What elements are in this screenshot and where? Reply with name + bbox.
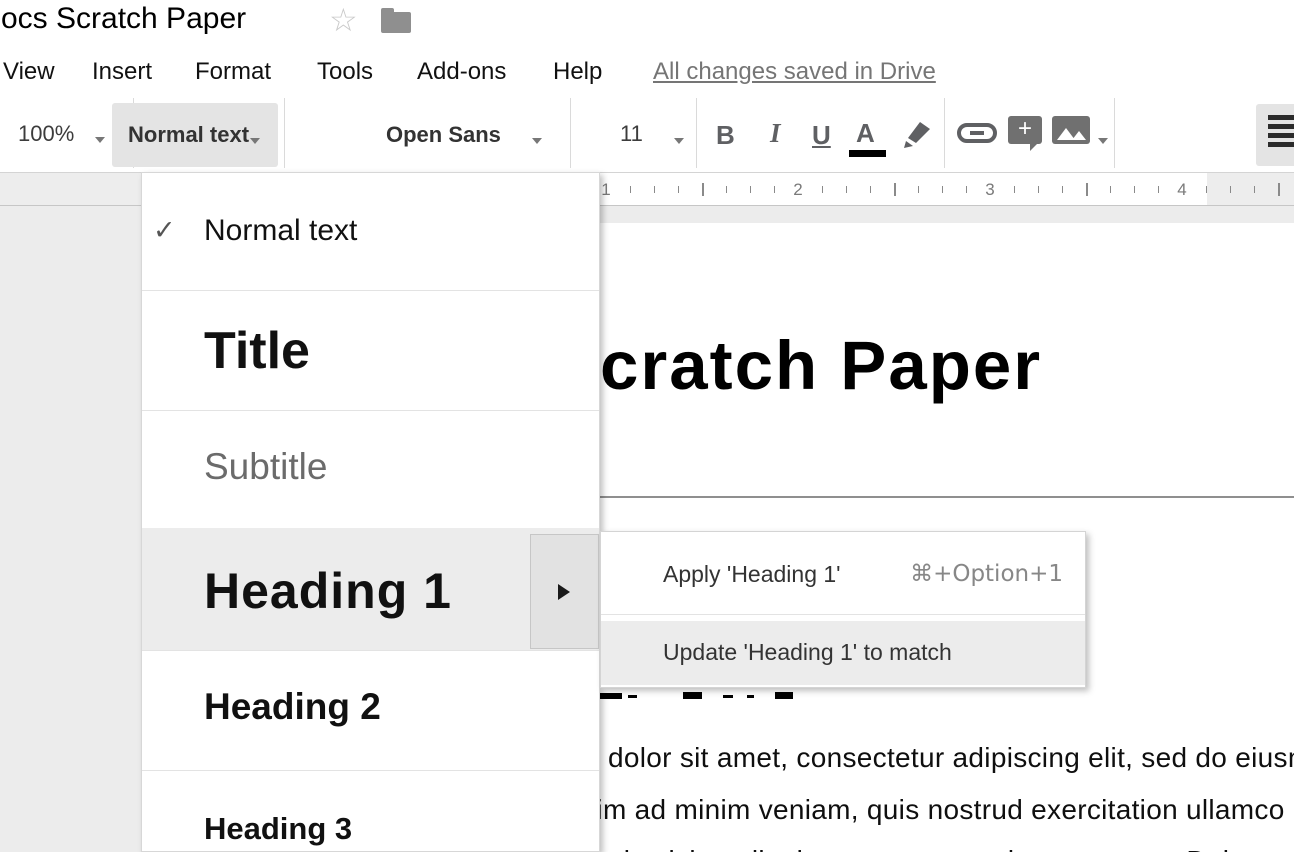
styles-caret-icon bbox=[250, 138, 260, 144]
image-caret-icon bbox=[1098, 138, 1108, 144]
ruler-inch-label: 2 bbox=[789, 180, 807, 200]
toolbar-separator bbox=[696, 98, 697, 168]
update-heading1-label: Update 'Heading 1' to match bbox=[663, 639, 952, 666]
styles-menu-label: Heading 3 bbox=[204, 811, 352, 847]
star-icon[interactable]: ☆ bbox=[329, 4, 358, 36]
folder-icon[interactable] bbox=[381, 12, 411, 33]
font-size-caret-icon bbox=[674, 138, 684, 144]
styles-menu-item-heading3[interactable]: Heading 3 bbox=[142, 771, 599, 852]
document-title[interactable]: ocs Scratch Paper bbox=[1, 2, 246, 36]
styles-menu-label: Heading 1 bbox=[204, 562, 452, 620]
align-lines-icon bbox=[1268, 124, 1294, 129]
ruler-half-tick bbox=[1278, 183, 1280, 196]
ruler-inch-label: 4 bbox=[1173, 180, 1191, 200]
align-lines-icon bbox=[1268, 133, 1294, 138]
italic-button[interactable]: I bbox=[770, 118, 781, 149]
apply-heading1-label: Apply 'Heading 1' bbox=[663, 561, 841, 588]
heading1-submenu: Apply 'Heading 1' ⌘+Option+1 Update 'Hea… bbox=[600, 531, 1086, 688]
toolbar-separator bbox=[284, 98, 285, 168]
zoom-select[interactable]: 100% bbox=[18, 121, 74, 147]
align-lines-icon bbox=[1268, 115, 1294, 120]
ruler-half-tick bbox=[1086, 183, 1088, 196]
mountain-icon bbox=[1072, 131, 1086, 140]
menu-format[interactable]: Format bbox=[195, 58, 271, 86]
menu-insert[interactable]: Insert bbox=[92, 58, 152, 86]
styles-menu-item-heading2[interactable]: Heading 2 bbox=[142, 651, 599, 770]
menu-view[interactable]: View bbox=[3, 58, 55, 86]
styles-menu-item-title[interactable]: Title bbox=[142, 291, 599, 410]
apply-heading1-item[interactable]: Apply 'Heading 1' ⌘+Option+1 bbox=[601, 532, 1085, 613]
body-text-line[interactable]: dolor sit amet, consectetur adipiscing e… bbox=[608, 742, 1294, 774]
highlight-pen-icon[interactable] bbox=[898, 114, 936, 154]
toolbar-separator bbox=[570, 98, 571, 168]
apply-heading1-shortcut: ⌘+Option+1 bbox=[910, 561, 1063, 587]
body-text-line[interactable]: laboris nisi ut aliquip ex ea commodo co… bbox=[560, 845, 1294, 852]
styles-menu-label: Subtitle bbox=[204, 446, 327, 488]
paragraph-styles-menu: ✓ Normal text Title Subtitle Heading 1 H… bbox=[141, 172, 600, 852]
insert-link-icon[interactable] bbox=[956, 121, 998, 145]
menu-addons[interactable]: Add-ons bbox=[417, 58, 506, 86]
insert-image-icon[interactable] bbox=[1052, 116, 1090, 144]
ruler-inch-label: 3 bbox=[981, 180, 999, 200]
toolbar-separator bbox=[1114, 98, 1115, 168]
menu-help[interactable]: Help bbox=[553, 58, 602, 86]
paragraph-styles-label: Normal text bbox=[128, 122, 249, 148]
body-text-line[interactable]: Ut enim ad minim veniam, quis nostrud ex… bbox=[528, 794, 1294, 826]
align-button[interactable] bbox=[1256, 104, 1294, 166]
font-family-select[interactable]: Open Sans bbox=[386, 122, 501, 148]
menu-tools[interactable]: Tools bbox=[317, 58, 373, 86]
heading1-submenu-arrow-button[interactable] bbox=[530, 534, 599, 649]
styles-menu-label: Normal text bbox=[204, 214, 357, 248]
styles-menu-item-normal-text[interactable]: ✓ Normal text bbox=[142, 173, 599, 290]
check-icon: ✓ bbox=[153, 215, 176, 246]
text-color-button[interactable]: A bbox=[856, 118, 875, 149]
styles-menu-label: Heading 2 bbox=[204, 686, 381, 728]
styles-menu-item-subtitle[interactable]: Subtitle bbox=[142, 411, 599, 528]
toolbar-separator bbox=[944, 98, 945, 168]
ruler-half-tick bbox=[894, 183, 896, 196]
horizontal-rule bbox=[560, 496, 1294, 498]
menu-separator bbox=[601, 614, 1085, 615]
document-heading-title[interactable]: Scratch Paper bbox=[552, 326, 1042, 405]
align-lines-icon bbox=[1268, 142, 1294, 147]
font-caret-icon bbox=[532, 138, 542, 144]
bold-button[interactable]: B bbox=[716, 120, 735, 151]
save-status-link[interactable]: All changes saved in Drive bbox=[653, 58, 936, 86]
submenu-arrow-icon bbox=[558, 584, 570, 600]
styles-menu-label: Title bbox=[204, 321, 310, 381]
font-size-select[interactable]: 11 bbox=[620, 121, 643, 147]
text-color-swatch bbox=[849, 150, 886, 157]
insert-comment-icon[interactable]: + bbox=[1008, 116, 1042, 144]
update-heading1-item[interactable]: Update 'Heading 1' to match bbox=[601, 621, 1085, 685]
ruler-half-tick bbox=[702, 183, 704, 196]
zoom-caret-icon bbox=[95, 137, 105, 143]
underline-button[interactable]: U bbox=[812, 120, 831, 151]
